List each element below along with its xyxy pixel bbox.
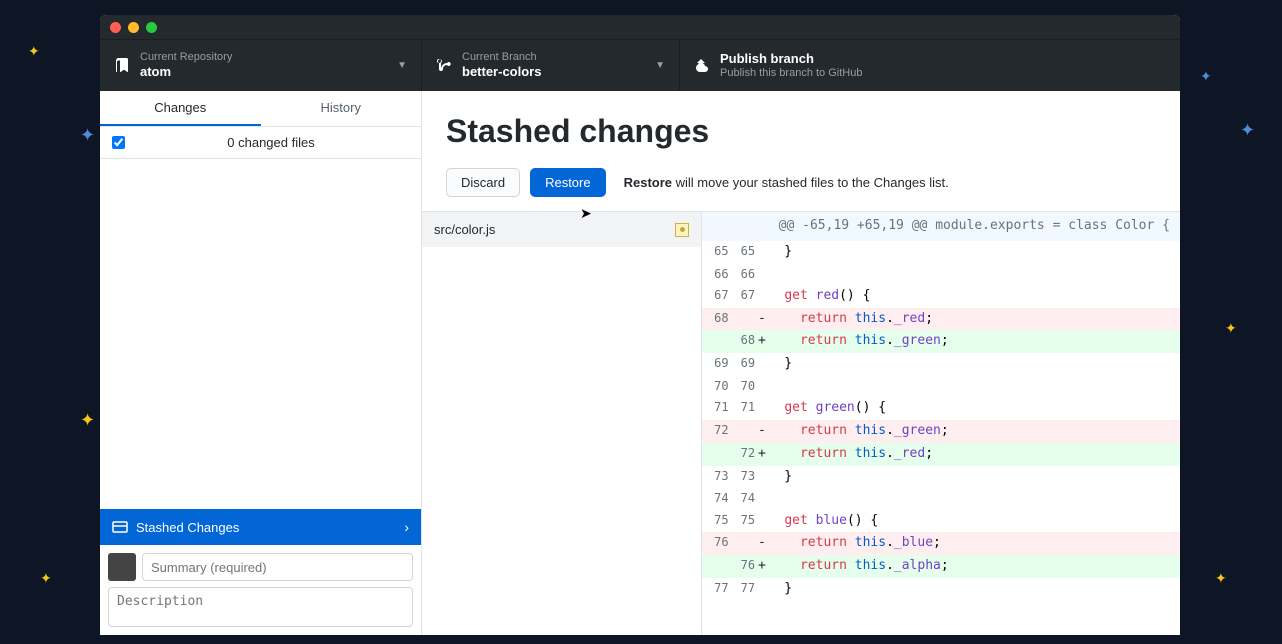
repo-icon (114, 58, 130, 74)
select-all-checkbox[interactable] (112, 136, 125, 149)
close-icon[interactable] (110, 22, 121, 33)
modified-icon (675, 223, 689, 237)
summary-input[interactable] (142, 553, 413, 581)
branch-dropdown[interactable]: Current Branch better-colors ▼ (422, 40, 680, 91)
sparkle-icon: ✦ (1225, 320, 1237, 337)
sparkle-icon: ✦ (1215, 570, 1227, 587)
file-list (100, 159, 421, 509)
restore-button[interactable]: Restore (530, 168, 606, 197)
stash-icon (112, 519, 128, 535)
window-titlebar (100, 15, 1180, 39)
cloud-upload-icon (694, 58, 710, 74)
tab-changes[interactable]: Changes (100, 91, 261, 126)
description-input[interactable] (108, 587, 413, 627)
stashed-file-list: src/color.js (422, 212, 702, 635)
branch-value: better-colors (462, 64, 541, 80)
publish-hint: Publish this branch to GitHub (720, 67, 862, 80)
commit-form (100, 545, 421, 635)
toolbar: Current Repository atom ▼ Current Branch… (100, 39, 1180, 91)
maximize-icon[interactable] (146, 22, 157, 33)
sparkle-icon: ✦ (28, 43, 40, 60)
list-item[interactable]: src/color.js (422, 212, 701, 247)
repository-dropdown[interactable]: Current Repository atom ▼ (100, 40, 422, 91)
page-title: Stashed changes (446, 113, 1156, 150)
avatar (108, 553, 136, 581)
chevron-right-icon: › (404, 519, 409, 535)
sparkle-icon: ✦ (1200, 68, 1212, 85)
chevron-down-icon: ▼ (377, 60, 407, 71)
diff-view[interactable]: @@ -65,19 +65,19 @@ module.exports = cla… (702, 212, 1180, 635)
changed-files-count: 0 changed files (133, 135, 409, 150)
file-path: src/color.js (434, 222, 495, 237)
action-row: Discard Restore Restore will move your s… (446, 168, 1156, 197)
main-header: Stashed changes Discard Restore Restore … (422, 91, 1180, 211)
main-pane: Stashed changes Discard Restore Restore … (422, 91, 1180, 635)
publish-button[interactable]: Publish branch Publish this branch to Gi… (680, 40, 1180, 91)
sparkle-icon: ✦ (80, 410, 95, 431)
repo-value: atom (140, 64, 232, 80)
file-list-header: 0 changed files (100, 127, 421, 159)
publish-label: Publish branch (720, 51, 862, 67)
diff-area: src/color.js @@ -65,19 +65,19 @@ module.… (422, 211, 1180, 635)
repo-label: Current Repository (140, 51, 232, 64)
stashed-label: Stashed Changes (136, 520, 239, 535)
sidebar-tabs: Changes History (100, 91, 421, 127)
content: Changes History 0 changed files Stashed … (100, 91, 1180, 635)
sparkle-icon: ✦ (40, 570, 52, 587)
minimize-icon[interactable] (128, 22, 139, 33)
sidebar: Changes History 0 changed files Stashed … (100, 91, 422, 635)
branch-label: Current Branch (462, 51, 541, 64)
sparkle-icon: ✦ (80, 125, 95, 146)
tab-history[interactable]: History (261, 91, 422, 126)
app-window: Current Repository atom ▼ Current Branch… (100, 15, 1180, 635)
stashed-changes-bar[interactable]: Stashed Changes › (100, 509, 421, 545)
restore-hint: Restore will move your stashed files to … (624, 175, 949, 190)
sparkle-icon: ✦ (1240, 120, 1255, 141)
chevron-down-icon: ▼ (635, 60, 665, 71)
branch-icon (436, 58, 452, 74)
discard-button[interactable]: Discard (446, 168, 520, 197)
